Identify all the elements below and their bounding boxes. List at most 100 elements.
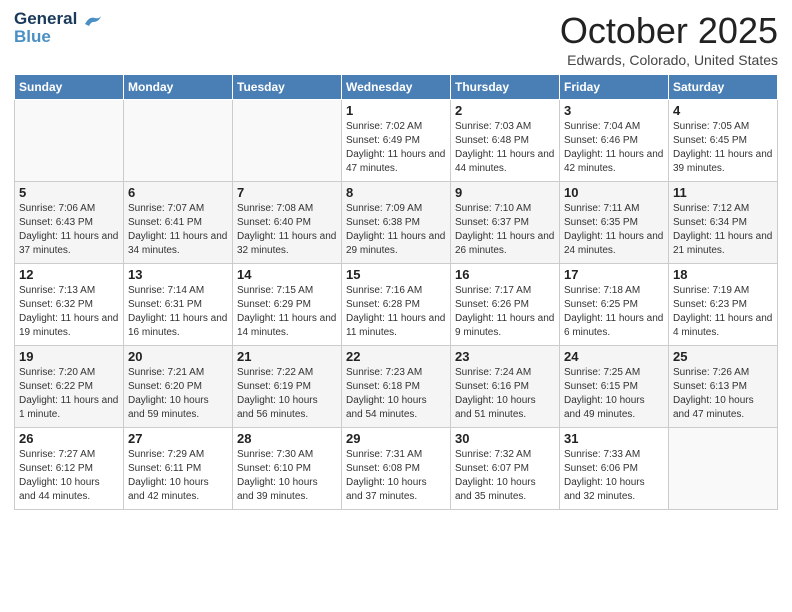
day-number: 12: [19, 267, 119, 282]
day-number: 18: [673, 267, 773, 282]
calendar-cell: 25 Sunrise: 7:26 AM Sunset: 6:13 PM Dayli…: [669, 346, 778, 428]
day-info: Sunrise: 7:33 AM Sunset: 6:06 PM Dayligh…: [564, 448, 664, 504]
day-info: Sunrise: 7:10 AM Sunset: 6:37 PM Dayligh…: [455, 202, 555, 258]
day-number: 23: [455, 349, 555, 364]
day-info: Sunrise: 7:04 AM Sunset: 6:46 PM Dayligh…: [564, 120, 664, 176]
day-number: 3: [564, 103, 664, 118]
col-header-saturday: Saturday: [669, 75, 778, 100]
calendar-cell: [233, 100, 342, 182]
day-number: 20: [128, 349, 228, 364]
calendar-cell: 31 Sunrise: 7:33 AM Sunset: 6:06 PM Dayli…: [560, 428, 669, 510]
calendar-cell: 7Sunrise: 7:08 AM Sunset: 6:40 PM Daylig…: [233, 182, 342, 264]
day-info: Sunrise: 7:20 AM Sunset: 6:22 PM Dayligh…: [19, 366, 119, 422]
calendar-cell: 11 Sunrise: 7:12 AM Sunset: 6:34 PM Dayli…: [669, 182, 778, 264]
day-info: Sunrise: 7:19 AM Sunset: 6:23 PM Dayligh…: [673, 284, 773, 340]
calendar-cell: 4 Sunrise: 7:05 AM Sunset: 6:45 PM Daylig…: [669, 100, 778, 182]
day-info: Sunrise: 7:17 AM Sunset: 6:26 PM Dayligh…: [455, 284, 555, 340]
day-number: 16: [455, 267, 555, 282]
calendar-cell: 3 Sunrise: 7:04 AM Sunset: 6:46 PM Daylig…: [560, 100, 669, 182]
day-number: 5: [19, 185, 119, 200]
week-row-2: 12 Sunrise: 7:13 AM Sunset: 6:32 PM Dayli…: [15, 264, 778, 346]
day-number: 14: [237, 267, 337, 282]
logo: General Blue: [14, 10, 103, 46]
calendar-cell: 13 Sunrise: 7:14 AM Sunset: 6:31 PM Dayli…: [124, 264, 233, 346]
day-info: Sunrise: 7:22 AM Sunset: 6:19 PM Dayligh…: [237, 366, 337, 422]
day-number: 24: [564, 349, 664, 364]
day-number: 21: [237, 349, 337, 364]
day-number: 2: [455, 103, 555, 118]
day-info: Sunrise: 7:26 AM Sunset: 6:13 PM Dayligh…: [673, 366, 773, 422]
calendar-cell: 2 Sunrise: 7:03 AM Sunset: 6:48 PM Daylig…: [451, 100, 560, 182]
title-block: October 2025 Edwards, Colorado, United S…: [560, 10, 778, 68]
day-number: 25: [673, 349, 773, 364]
calendar-cell: [15, 100, 124, 182]
calendar-cell: [124, 100, 233, 182]
calendar-cell: 23 Sunrise: 7:24 AM Sunset: 6:16 PM Dayli…: [451, 346, 560, 428]
day-info: Sunrise: 7:16 AM Sunset: 6:28 PM Dayligh…: [346, 284, 446, 340]
day-info: Sunrise: 7:03 AM Sunset: 6:48 PM Dayligh…: [455, 120, 555, 176]
month-title: October 2025: [560, 10, 778, 52]
calendar-cell: 10 Sunrise: 7:11 AM Sunset: 6:35 PM Dayli…: [560, 182, 669, 264]
day-info: Sunrise: 7:29 AM Sunset: 6:11 PM Dayligh…: [128, 448, 228, 504]
day-info: Sunrise: 7:18 AM Sunset: 6:25 PM Dayligh…: [564, 284, 664, 340]
col-header-tuesday: Tuesday: [233, 75, 342, 100]
week-row-1: 5 Sunrise: 7:06 AM Sunset: 6:43 PM Daylig…: [15, 182, 778, 264]
calendar-cell: 14Sunrise: 7:15 AM Sunset: 6:29 PM Dayli…: [233, 264, 342, 346]
day-number: 13: [128, 267, 228, 282]
day-info: Sunrise: 7:12 AM Sunset: 6:34 PM Dayligh…: [673, 202, 773, 258]
day-number: 15: [346, 267, 446, 282]
day-number: 17: [564, 267, 664, 282]
calendar-cell: 15 Sunrise: 7:16 AM Sunset: 6:28 PM Dayli…: [342, 264, 451, 346]
calendar-cell: [669, 428, 778, 510]
day-number: 22: [346, 349, 446, 364]
day-number: 10: [564, 185, 664, 200]
calendar-cell: 29Sunrise: 7:31 AM Sunset: 6:08 PM Dayli…: [342, 428, 451, 510]
day-number: 26: [19, 431, 119, 446]
calendar-cell: 18 Sunrise: 7:19 AM Sunset: 6:23 PM Dayli…: [669, 264, 778, 346]
day-info: Sunrise: 7:11 AM Sunset: 6:35 PM Dayligh…: [564, 202, 664, 258]
day-number: 9: [455, 185, 555, 200]
col-header-thursday: Thursday: [451, 75, 560, 100]
day-info: Sunrise: 7:25 AM Sunset: 6:15 PM Dayligh…: [564, 366, 664, 422]
day-info: Sunrise: 7:27 AM Sunset: 6:12 PM Dayligh…: [19, 448, 119, 504]
calendar-cell: 1Sunrise: 7:02 AM Sunset: 6:49 PM Daylig…: [342, 100, 451, 182]
day-info: Sunrise: 7:21 AM Sunset: 6:20 PM Dayligh…: [128, 366, 228, 422]
day-info: Sunrise: 7:05 AM Sunset: 6:45 PM Dayligh…: [673, 120, 773, 176]
logo-bird-icon: [81, 14, 103, 34]
calendar-cell: 6Sunrise: 7:07 AM Sunset: 6:41 PM Daylig…: [124, 182, 233, 264]
day-info: Sunrise: 7:14 AM Sunset: 6:31 PM Dayligh…: [128, 284, 228, 340]
week-row-3: 19 Sunrise: 7:20 AM Sunset: 6:22 PM Dayli…: [15, 346, 778, 428]
calendar-table: SundayMondayTuesdayWednesdayThursdayFrid…: [14, 74, 778, 510]
day-number: 4: [673, 103, 773, 118]
calendar-cell: 17 Sunrise: 7:18 AM Sunset: 6:25 PM Dayli…: [560, 264, 669, 346]
day-info: Sunrise: 7:13 AM Sunset: 6:32 PM Dayligh…: [19, 284, 119, 340]
day-number: 19: [19, 349, 119, 364]
calendar-page: General Blue October 2025 Edwards, Color…: [0, 0, 792, 612]
calendar-cell: 16 Sunrise: 7:17 AM Sunset: 6:26 PM Dayli…: [451, 264, 560, 346]
calendar-cell: 28Sunrise: 7:30 AM Sunset: 6:10 PM Dayli…: [233, 428, 342, 510]
calendar-cell: 26 Sunrise: 7:27 AM Sunset: 6:12 PM Dayli…: [15, 428, 124, 510]
day-info: Sunrise: 7:02 AM Sunset: 6:49 PM Dayligh…: [346, 120, 446, 176]
calendar-cell: 30Sunrise: 7:32 AM Sunset: 6:07 PM Dayli…: [451, 428, 560, 510]
day-info: Sunrise: 7:24 AM Sunset: 6:16 PM Dayligh…: [455, 366, 555, 422]
col-header-monday: Monday: [124, 75, 233, 100]
day-info: Sunrise: 7:09 AM Sunset: 6:38 PM Dayligh…: [346, 202, 446, 258]
calendar-cell: 22 Sunrise: 7:23 AM Sunset: 6:18 PM Dayli…: [342, 346, 451, 428]
col-header-wednesday: Wednesday: [342, 75, 451, 100]
calendar-cell: 19 Sunrise: 7:20 AM Sunset: 6:22 PM Dayli…: [15, 346, 124, 428]
day-info: Sunrise: 7:07 AM Sunset: 6:41 PM Dayligh…: [128, 202, 228, 258]
calendar-cell: 24 Sunrise: 7:25 AM Sunset: 6:15 PM Dayli…: [560, 346, 669, 428]
week-row-4: 26 Sunrise: 7:27 AM Sunset: 6:12 PM Dayli…: [15, 428, 778, 510]
day-number: 11: [673, 185, 773, 200]
calendar-cell: 12 Sunrise: 7:13 AM Sunset: 6:32 PM Dayli…: [15, 264, 124, 346]
logo-general: General: [14, 10, 77, 28]
day-info: Sunrise: 7:30 AM Sunset: 6:10 PM Dayligh…: [237, 448, 337, 504]
day-info: Sunrise: 7:06 AM Sunset: 6:43 PM Dayligh…: [19, 202, 119, 258]
calendar-cell: 27Sunrise: 7:29 AM Sunset: 6:11 PM Dayli…: [124, 428, 233, 510]
day-number: 31: [564, 431, 664, 446]
logo-blue: Blue: [14, 28, 77, 46]
week-row-0: 1Sunrise: 7:02 AM Sunset: 6:49 PM Daylig…: [15, 100, 778, 182]
day-number: 29: [346, 431, 446, 446]
calendar-cell: 20 Sunrise: 7:21 AM Sunset: 6:20 PM Dayli…: [124, 346, 233, 428]
day-info: Sunrise: 7:23 AM Sunset: 6:18 PM Dayligh…: [346, 366, 446, 422]
